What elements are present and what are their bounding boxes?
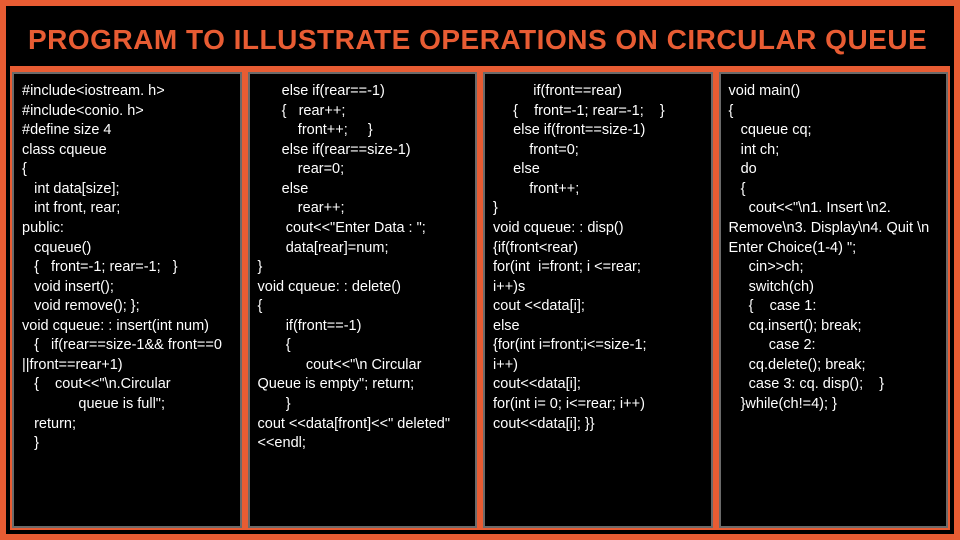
code-column-1: #include<iostream. h> #include<conio. h>… [12, 72, 242, 528]
code-columns: #include<iostream. h> #include<conio. h>… [12, 72, 948, 528]
code-column-2: else if(rear==-1) { rear++; front++; } e… [248, 72, 478, 528]
code-column-4: void main() { cqueue cq; int ch; do { co… [719, 72, 949, 528]
slide-title: PROGRAM TO ILLUSTRATE OPERATIONS ON CIRC… [10, 10, 950, 66]
code-column-3: if(front==rear) { front=-1; rear=-1; } e… [483, 72, 713, 528]
